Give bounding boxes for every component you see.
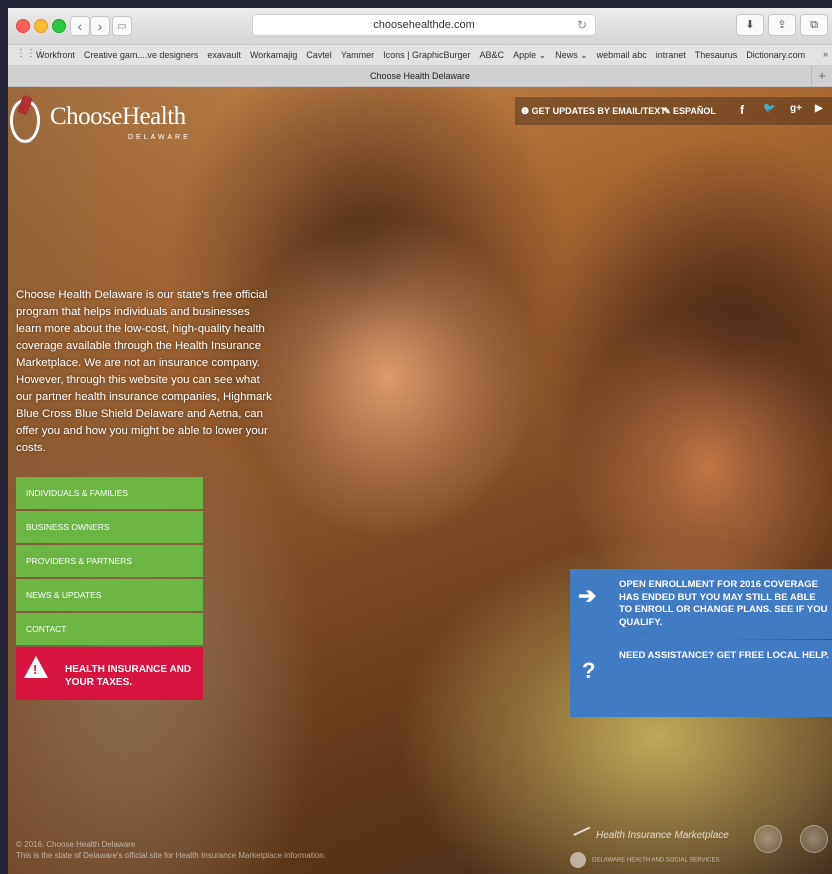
menu-news-updates[interactable]: NEWS & UPDATES: [16, 579, 203, 611]
more-bookmarks-icon[interactable]: »: [823, 49, 828, 59]
bookmark-item[interactable]: intranet: [656, 50, 686, 60]
bookmark-item[interactable]: Cavtel: [306, 50, 332, 60]
reload-icon[interactable]: ↻: [577, 15, 587, 36]
warning-icon: [24, 656, 48, 678]
marketplace-logo-text: Health Insurance Marketplace: [596, 830, 729, 841]
bookmark-item[interactable]: Dictionary.com: [746, 50, 805, 60]
downloads-icon[interactable]: ⬇: [736, 14, 764, 36]
espanol-link[interactable]: ✎ ESPAÑOL: [663, 106, 716, 117]
logo-name: ChooseHealth: [50, 103, 186, 130]
bookmark-item[interactable]: Apple ⌄: [513, 50, 546, 60]
footer-copyright: © 2016. Choose Health Delaware: [16, 840, 136, 849]
need-assistance-text: NEED ASSISTANCE? GET FREE LOCAL HELP.: [619, 650, 829, 661]
need-assistance-banner[interactable]: ? NEED ASSISTANCE? GET FREE LOCAL HELP.: [570, 640, 832, 717]
dhss-emblem-icon: [570, 852, 586, 868]
marketplace-logo[interactable]: Health Insurance Marketplace: [573, 826, 729, 842]
forward-button[interactable]: ›: [90, 16, 110, 36]
get-updates-link[interactable]: ❶ GET UPDATES BY EMAIL/TEXT: [521, 106, 666, 117]
footer: © 2016. Choose Health Delaware This is t…: [16, 839, 326, 861]
logo-state: DELAWARE: [128, 134, 191, 141]
bookmark-item[interactable]: Workamajig: [250, 50, 297, 60]
open-enrollment-text: OPEN ENROLLMENT FOR 2016 COVERAGE HAS EN…: [619, 579, 828, 628]
bookmark-item[interactable]: AB&C: [480, 50, 505, 60]
bookmarks-bar: ⋮⋮⋮ Workfront Creative gam....ve designer…: [8, 45, 832, 66]
sidebar-toggle-icon[interactable]: ▭: [112, 16, 132, 36]
bookmark-list: Workfront Creative gam....ve designers exa…: [36, 50, 814, 61]
address-bar[interactable]: choosehealthde.com ↻: [252, 14, 596, 36]
health-insurance-taxes-button[interactable]: HEALTH INSURANCE AND YOUR TAXES.: [16, 647, 203, 700]
state-seal-2-icon: [800, 825, 828, 853]
menu-business-owners[interactable]: BUSINESS OWNERS: [16, 511, 203, 543]
sign-in-arrow-icon: ➔: [578, 583, 597, 608]
tabs-overview-icon[interactable]: ⧉: [800, 14, 828, 36]
close-window-button[interactable]: [16, 19, 30, 33]
webpage: ChooseHealth DELAWARE ❶ GET UPDATES BY E…: [8, 87, 832, 874]
minimize-window-button[interactable]: [34, 19, 48, 33]
back-button[interactable]: ‹: [70, 16, 90, 36]
dhss-logo-text: DELAWARE HEALTH AND SOCIAL SERVICES: [592, 857, 720, 864]
bookmark-item[interactable]: Creative gam....ve designers: [84, 50, 199, 60]
bookmark-item[interactable]: Icons | GraphicBurger: [383, 50, 470, 60]
site-logo[interactable]: ChooseHealth DELAWARE: [8, 94, 208, 147]
menu-contact[interactable]: CONTACT: [16, 613, 203, 645]
logo-mark-icon: [10, 94, 40, 143]
youtube-icon[interactable]: ▶: [815, 103, 823, 114]
share-icon[interactable]: ⇪: [768, 14, 796, 36]
taxes-label: HEALTH INSURANCE AND YOUR TAXES.: [65, 664, 192, 688]
tab-title[interactable]: Choose Health Delaware: [370, 71, 470, 81]
zoom-window-button[interactable]: [52, 19, 66, 33]
open-enrollment-banner[interactable]: ➔ OPEN ENROLLMENT FOR 2016 COVERAGE HAS …: [570, 569, 832, 639]
bookmark-item[interactable]: Workfront: [36, 50, 75, 60]
bookmark-item[interactable]: Yammer: [341, 50, 374, 60]
dhss-logo[interactable]: DELAWARE HEALTH AND SOCIAL SERVICES: [570, 852, 719, 868]
twitter-icon[interactable]: 🐦: [763, 103, 775, 114]
new-tab-button[interactable]: +: [811, 66, 832, 86]
bookmark-item[interactable]: exavault: [207, 50, 241, 60]
intro-text: Choose Health Delaware is our state's fr…: [16, 289, 272, 454]
state-seal-icon: [754, 825, 782, 853]
browser-titlebar: ‹ › ▭ choosehealthde.com ↻ ⬇ ⇪ ⧉: [8, 8, 832, 45]
browser-window: ‹ › ▭ choosehealthde.com ↻ ⬇ ⇪ ⧉ ⋮⋮⋮ Wor…: [8, 8, 832, 874]
google-plus-icon[interactable]: g+: [790, 103, 802, 114]
tab-bar: Choose Health Delaware +: [8, 66, 832, 87]
bookmark-item[interactable]: webmail abc: [597, 50, 647, 60]
main-menu: INDIVIDUALS & FAMILIES BUSINESS OWNERS P…: [16, 477, 203, 700]
bookmark-item[interactable]: News ⌄: [555, 50, 588, 60]
url-text: choosehealthde.com: [373, 19, 475, 31]
facebook-icon[interactable]: f: [740, 103, 744, 117]
bookmark-item[interactable]: Thesaurus: [695, 50, 738, 60]
swoosh-icon: [573, 826, 593, 842]
menu-providers-partners[interactable]: PROVIDERS & PARTNERS: [16, 545, 203, 577]
menu-individuals-families[interactable]: INDIVIDUALS & FAMILIES: [16, 477, 203, 509]
top-nav: ❶ GET UPDATES BY EMAIL/TEXT ✎ ESPAÑOL f …: [515, 97, 832, 125]
question-icon: ?: [582, 658, 596, 683]
footer-note: This is the state of Delaware's official…: [16, 851, 326, 860]
